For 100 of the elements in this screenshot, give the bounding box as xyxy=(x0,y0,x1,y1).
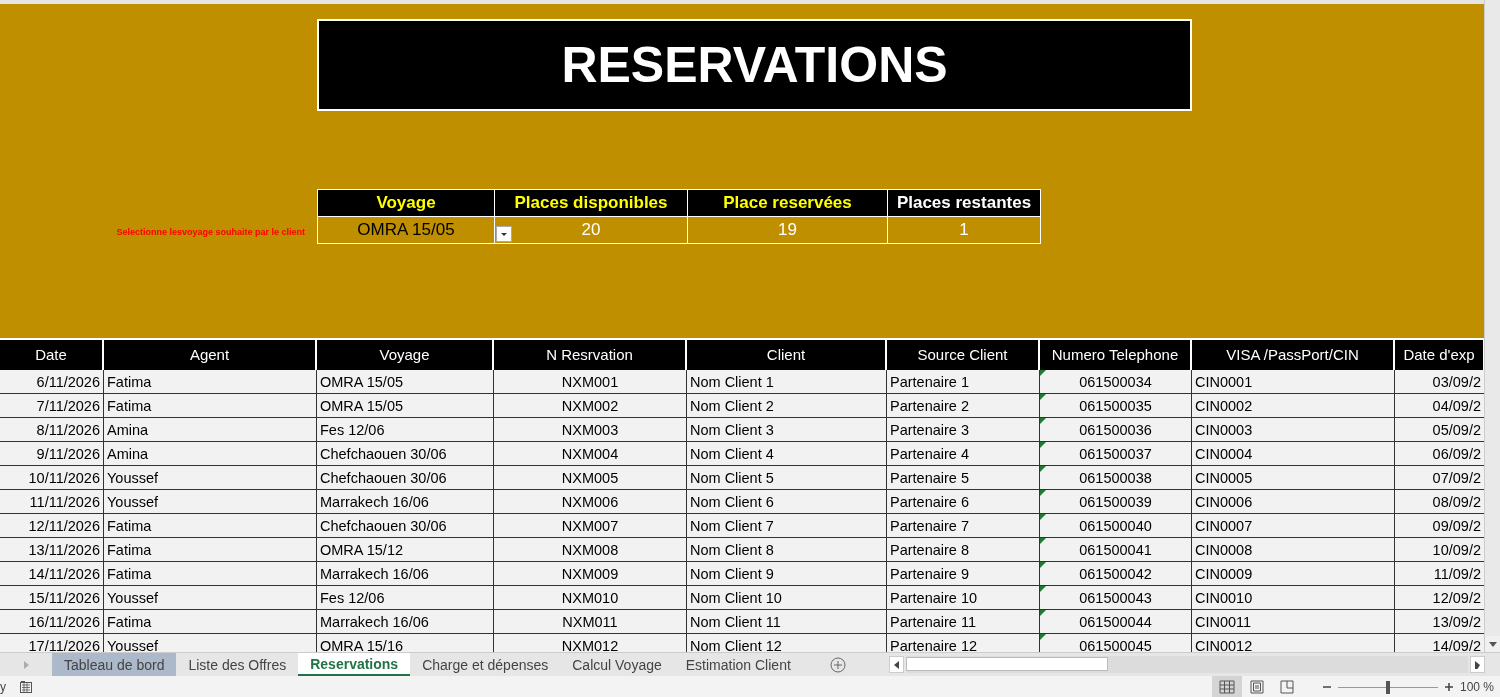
table-cell: Chefchaouen 30/06 xyxy=(317,466,494,490)
column-header: VISA /PassPort/CIN xyxy=(1192,340,1395,370)
table-cell: NXM001 xyxy=(494,370,687,394)
zoom-slider-thumb[interactable] xyxy=(1385,680,1390,694)
normal-view-icon[interactable] xyxy=(1218,680,1235,694)
table-cell: 8/11/2026 xyxy=(0,418,104,442)
table-cell: 04/09/2 xyxy=(1395,394,1484,418)
summary-value: 19 xyxy=(688,217,888,244)
table-cell: Fatima xyxy=(104,514,317,538)
table-cell: CIN0004 xyxy=(1192,442,1395,466)
table-cell: 061500036 xyxy=(1040,418,1192,442)
table-cell: Marrakech 16/06 xyxy=(317,490,494,514)
table-cell: NXM006 xyxy=(494,490,687,514)
table-cell: 12/09/2 xyxy=(1395,586,1484,610)
error-triangle-icon xyxy=(1040,490,1046,496)
table-cell: 061500045 xyxy=(1040,634,1192,652)
table-cell: CIN0008 xyxy=(1192,538,1395,562)
table-cell: 05/09/2 xyxy=(1395,418,1484,442)
table-cell: 15/11/2026 xyxy=(0,586,104,610)
column-header: N Resrvation xyxy=(494,340,687,370)
sheet-tab[interactable]: Tableau de bord xyxy=(52,653,177,676)
table-cell: Nom Client 9 xyxy=(687,562,887,586)
table-cell: NXM004 xyxy=(494,442,687,466)
table-cell: Nom Client 12 xyxy=(687,634,887,652)
macro-recording-icon[interactable] xyxy=(20,681,34,693)
table-cell: Nom Client 1 xyxy=(687,370,887,394)
scroll-down-icon[interactable] xyxy=(1488,641,1497,647)
error-triangle-icon xyxy=(1040,466,1046,472)
dropdown-button[interactable] xyxy=(496,226,512,242)
column-header: Source Client xyxy=(887,340,1040,370)
add-sheet-icon[interactable] xyxy=(829,656,846,673)
sheet-title: RESERVATIONS xyxy=(317,19,1192,111)
table-cell: 7/11/2026 xyxy=(0,394,104,418)
table-cell: Youssef xyxy=(104,466,317,490)
scroll-right-icon[interactable] xyxy=(1475,660,1480,669)
table-cell: CIN0010 xyxy=(1192,586,1395,610)
table-cell: 07/09/2 xyxy=(1395,466,1484,490)
table-cell: 14/11/2026 xyxy=(0,562,104,586)
table-cell: Amina xyxy=(104,442,317,466)
table-cell: Fes 12/06 xyxy=(317,418,494,442)
column-header: Numero Telephone xyxy=(1040,340,1192,370)
table-cell: 061500042 xyxy=(1040,562,1192,586)
error-triangle-icon xyxy=(1040,538,1046,544)
table-cell: 9/11/2026 xyxy=(0,442,104,466)
summary-value: 1 xyxy=(888,217,1041,244)
table-cell: Fatima xyxy=(104,394,317,418)
table-cell: Fatima xyxy=(104,370,317,394)
voyage-select-cell[interactable]: OMRA 15/05 xyxy=(318,217,495,244)
table-cell: 061500040 xyxy=(1040,514,1192,538)
table-cell: Partenaire 1 xyxy=(887,370,1040,394)
error-triangle-icon xyxy=(1040,514,1046,520)
column-header: Agent xyxy=(104,340,317,370)
error-triangle-icon xyxy=(1040,634,1046,640)
error-triangle-icon xyxy=(1040,442,1046,448)
table-cell: 14/09/2 xyxy=(1395,634,1484,652)
sheet-tab[interactable]: Reservations xyxy=(298,653,411,676)
column-header: Date d'exp xyxy=(1395,340,1484,370)
table-cell: Nom Client 7 xyxy=(687,514,887,538)
table-cell: 11/09/2 xyxy=(1395,562,1484,586)
column-header: Voyage xyxy=(317,340,494,370)
page-layout-icon[interactable] xyxy=(1249,680,1264,694)
table-cell: Fes 12/06 xyxy=(317,586,494,610)
table-cell: Nom Client 2 xyxy=(687,394,887,418)
zoom-level: 100 % xyxy=(1459,680,1494,694)
summary-value: 20 xyxy=(495,217,688,244)
table-cell: NXM007 xyxy=(494,514,687,538)
table-cell: CIN0009 xyxy=(1192,562,1395,586)
summary-header: Place reservées xyxy=(688,190,888,217)
table-cell: 061500039 xyxy=(1040,490,1192,514)
table-cell: 13/11/2026 xyxy=(0,538,104,562)
caret-icon xyxy=(500,231,508,237)
table-cell: CIN0006 xyxy=(1192,490,1395,514)
table-cell: 061500037 xyxy=(1040,442,1192,466)
table-cell: Partenaire 6 xyxy=(887,490,1040,514)
error-triangle-icon xyxy=(1040,562,1046,568)
scroll-left-icon[interactable] xyxy=(893,660,899,669)
table-cell: OMRA 15/05 xyxy=(317,370,494,394)
table-cell: OMRA 15/12 xyxy=(317,538,494,562)
table-cell: 061500043 xyxy=(1040,586,1192,610)
error-triangle-icon xyxy=(1040,418,1046,424)
table-cell: NXM002 xyxy=(494,394,687,418)
table-cell: Nom Client 10 xyxy=(687,586,887,610)
table-cell: CIN0012 xyxy=(1192,634,1395,652)
table-cell: OMRA 15/16 xyxy=(317,634,494,652)
summary-header: Voyage xyxy=(318,190,495,217)
table-cell: NXM011 xyxy=(494,610,687,634)
table-cell: CIN0011 xyxy=(1192,610,1395,634)
table-cell: NXM005 xyxy=(494,466,687,490)
table-cell: 17/11/2026 xyxy=(0,634,104,652)
table-cell: Partenaire 11 xyxy=(887,610,1040,634)
table-cell: 13/09/2 xyxy=(1395,610,1484,634)
horizontal-scrollbar[interactable] xyxy=(905,656,1468,673)
page-break-icon[interactable] xyxy=(1279,680,1294,694)
table-cell: NXM009 xyxy=(494,562,687,586)
table-cell: Nom Client 6 xyxy=(687,490,887,514)
vertical-scrollbar[interactable] xyxy=(1484,0,1500,652)
error-triangle-icon xyxy=(1040,370,1046,376)
table-cell: Partenaire 2 xyxy=(887,394,1040,418)
table-cell: Fatima xyxy=(104,562,317,586)
zoom-in-icon[interactable] xyxy=(1443,682,1454,692)
